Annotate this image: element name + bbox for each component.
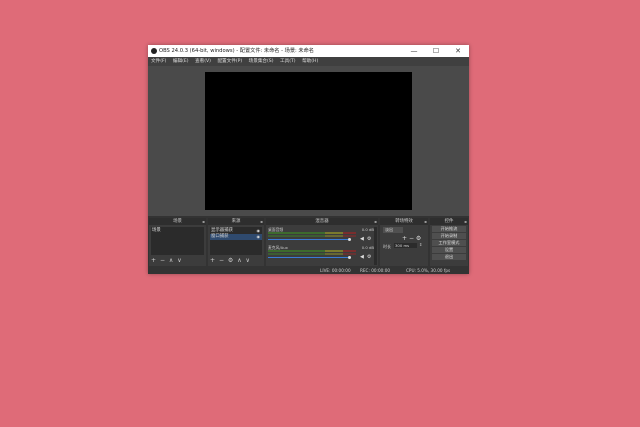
menu-file[interactable]: 文件(F) [151, 59, 166, 64]
dock-float-icon[interactable]: ▪ [202, 218, 205, 225]
duration-input[interactable]: 300 ms [394, 243, 417, 248]
menu-profile[interactable]: 配置文件(P) [217, 59, 242, 64]
preview-canvas[interactable] [205, 72, 412, 210]
menu-help[interactable]: 帮助(H) [302, 59, 318, 64]
source-up-button[interactable]: ∧ [237, 257, 241, 264]
source-down-button[interactable]: ∨ [246, 257, 250, 264]
source-properties-gear-icon[interactable]: ⚙ [228, 257, 233, 264]
speaker-icon[interactable]: ◀ [360, 237, 364, 242]
preview-area [148, 66, 469, 216]
maximize-button[interactable]: ☐ [425, 45, 447, 57]
volume-meter [268, 250, 356, 252]
remove-source-button[interactable]: − [219, 257, 224, 264]
window-title: OBS 24.0.3 (64-bit, windows) - 配置文件: 未命名… [159, 48, 314, 54]
mixer-scrollbar[interactable] [374, 227, 377, 265]
sources-toolbar: + − ⚙ ∧ ∨ [210, 257, 252, 264]
scenes-list[interactable]: 场景 [151, 227, 204, 255]
studio-mode-button[interactable]: 工作室模式 [432, 240, 466, 246]
mixer-dock: 混音器 ▪ 桌面音频 0.0 dB ◀ ⚙ 麦克风/Aux 0.0 dB ◀ ⚙ [266, 218, 378, 266]
duration-stepper-icon[interactable]: ⇕ [419, 242, 422, 247]
speaker-icon[interactable]: ◀ [360, 255, 364, 260]
volume-slider[interactable] [268, 239, 348, 240]
sources-dock: 来源 ▪ 显示器捕获 ◉ 窗口捕获 ◉ + − ⚙ ∧ ∨ [208, 218, 264, 266]
transition-gear-icon[interactable]: ⚙ [416, 235, 421, 242]
menu-tools[interactable]: 工具(T) [280, 59, 296, 64]
volume-meter [268, 235, 356, 237]
transitions-dock-title: 转场特效 ▪ [380, 218, 428, 225]
scene-up-button[interactable]: ∧ [169, 257, 173, 264]
start-recording-button[interactable]: 开始录制 [432, 233, 466, 239]
menu-edit[interactable]: 编辑(E) [173, 59, 189, 64]
volume-slider[interactable] [268, 257, 348, 258]
remove-transition-button[interactable]: − [409, 235, 414, 242]
gear-icon[interactable]: ⚙ [367, 255, 371, 260]
obs-window: OBS 24.0.3 (64-bit, windows) - 配置文件: 未命名… [148, 45, 469, 274]
volume-meter [268, 253, 356, 255]
cpu-status: CPU: 5.0%, 30.00 fps [406, 268, 451, 273]
list-item[interactable]: 窗口捕获 ◉ [210, 234, 262, 240]
list-item[interactable]: 场景 [151, 228, 204, 234]
transitions-dock: 转场特效 ▪ 淡出 + − ⚙ 时长 300 ms ⇕ [380, 218, 428, 266]
scenes-toolbar: + − ∧ ∨ [151, 257, 184, 264]
volume-slider-handle[interactable] [348, 256, 351, 259]
scenes-dock: 场景 ▪ 场景 + − ∧ ∨ [149, 218, 206, 266]
title-bar: OBS 24.0.3 (64-bit, windows) - 配置文件: 未命名… [148, 45, 469, 57]
minimize-button[interactable]: — [403, 45, 425, 57]
menu-bar: 文件(F) 编辑(E) 查看(V) 配置文件(P) 场景集合(S) 工具(T) … [148, 57, 469, 66]
dock-float-icon[interactable]: ▪ [260, 218, 263, 225]
add-transition-button[interactable]: + [402, 235, 407, 242]
menu-view[interactable]: 查看(V) [195, 59, 211, 64]
dock-float-icon[interactable]: ▪ [424, 218, 427, 225]
mixer-channel-db: 0.0 dB [361, 227, 374, 232]
volume-slider-handle[interactable] [348, 238, 351, 241]
dock-float-icon[interactable]: ▪ [374, 218, 377, 225]
controls-dock-title: 控件 ▪ [430, 218, 468, 225]
obs-logo-icon [151, 48, 157, 54]
rec-status: REC: 00:00:00 [360, 268, 391, 273]
add-source-button[interactable]: + [210, 257, 215, 264]
exit-button[interactable]: 退出 [432, 254, 466, 260]
transition-toolbar: + − ⚙ [402, 235, 421, 242]
scenes-dock-title: 场景 ▪ [149, 218, 206, 225]
mixer-dock-title: 混音器 ▪ [266, 218, 378, 225]
gear-icon[interactable]: ⚙ [367, 237, 371, 242]
add-scene-button[interactable]: + [151, 257, 156, 264]
start-streaming-button[interactable]: 开始推流 [432, 226, 466, 232]
duration-label: 时长 [383, 244, 391, 249]
settings-button[interactable]: 设置 [432, 247, 466, 253]
scene-down-button[interactable]: ∨ [177, 257, 181, 264]
sources-list[interactable]: 显示器捕获 ◉ 窗口捕获 ◉ [210, 227, 262, 255]
sources-dock-title: 来源 ▪ [208, 218, 264, 225]
transition-select[interactable]: 淡出 [383, 227, 403, 233]
status-bar: LIVE: 00:00:00 REC: 00:00:00 CPU: 5.0%, … [148, 267, 469, 274]
visibility-eye-icon[interactable]: ◉ [257, 234, 261, 240]
menu-scene-collection[interactable]: 场景集合(S) [249, 59, 274, 64]
controls-dock: 控件 ▪ 开始推流 开始录制 工作室模式 设置 退出 [430, 218, 468, 266]
live-status: LIVE: 00:00:00 [320, 268, 351, 273]
close-button[interactable]: ✕ [447, 45, 469, 57]
remove-scene-button[interactable]: − [160, 257, 165, 264]
docks-area: 场景 ▪ 场景 + − ∧ ∨ 来源 ▪ 显示器捕获 ◉ 窗口捕获 ◉ + − … [148, 216, 469, 267]
dock-float-icon[interactable]: ▪ [464, 218, 467, 225]
mixer-channel-db: 0.0 dB [361, 245, 374, 250]
volume-meter [268, 232, 356, 234]
